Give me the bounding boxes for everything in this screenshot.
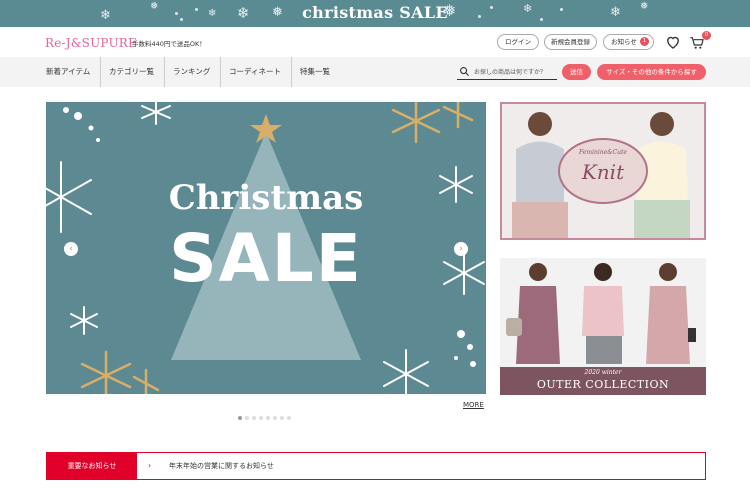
carousel-dot[interactable]	[259, 416, 263, 420]
shipping-note: 手数料440円で送品OK！	[132, 40, 206, 48]
nav-new-items[interactable]: 新着アイテム	[38, 57, 101, 87]
filter-search-button[interactable]: サイズ・その他の条件から探す	[597, 64, 706, 80]
carousel-next-arrow[interactable]: ›	[454, 242, 468, 256]
notifications-button[interactable]: お知らせ 1	[603, 34, 654, 50]
notifications-label: お知らせ	[611, 38, 637, 46]
carousel-dot[interactable]	[238, 416, 242, 420]
notice-text[interactable]: 年末年始の営業に関するお知らせ	[169, 453, 274, 479]
outer-collection-banner[interactable]: 2020 winter OUTER COLLECTION	[500, 258, 706, 395]
nav-features[interactable]: 特集一覧	[292, 57, 339, 87]
search-placeholder: お探しの商品は何ですか？	[474, 69, 547, 76]
important-notice-bar[interactable]: 重要なお知らせ › 年末年始の営業に関するお知らせ	[46, 452, 706, 480]
nav-coordinate[interactable]: コーディネート	[221, 57, 292, 87]
carousel-dot[interactable]	[280, 416, 284, 420]
search-input[interactable]: お探しの商品は何ですか？	[457, 65, 557, 80]
login-button[interactable]: ログイン	[497, 34, 539, 50]
carousel-dot[interactable]	[273, 416, 277, 420]
hero-title-sale: SALE	[169, 220, 363, 297]
carousel-dot[interactable]	[287, 416, 291, 420]
outer-caption-year: 2020 winter	[584, 369, 622, 376]
knit-badge-title: Knit	[581, 160, 625, 184]
knit-promo-banner[interactable]: Feminine&Cute Knit	[500, 102, 706, 240]
hero-title-christmas: Christmas	[168, 178, 364, 218]
site-logo[interactable]: Re-J&SUPURE	[45, 36, 137, 50]
knit-badge-subtitle: Feminine&Cute	[579, 149, 627, 156]
search-icon	[460, 67, 470, 77]
hero-carousel[interactable]: Christmas SALE ‹ ›	[46, 102, 486, 394]
carousel-dot[interactable]	[252, 416, 256, 420]
carousel-dot[interactable]	[245, 416, 249, 420]
site-header: Re-J&SUPURE 手数料440円で送品OK！ ログイン 新規会員登録 お知…	[0, 27, 750, 57]
promo-banner-title: christmas SALE	[302, 3, 448, 22]
chevron-right-icon: ›	[148, 461, 152, 470]
outer-caption-title: OUTER COLLECTION	[536, 378, 670, 391]
nav-ranking[interactable]: ランキング	[165, 57, 221, 87]
carousel-dot[interactable]	[266, 416, 270, 420]
more-link[interactable]: MORE	[463, 401, 484, 409]
register-button[interactable]: 新規会員登録	[544, 34, 597, 50]
notification-count-badge: 1	[640, 37, 649, 46]
nav-categories[interactable]: カテゴリー覧	[101, 57, 165, 87]
top-promo-banner[interactable]: ❄ ❅ ❄ ❄ ❅ ❅ ❄ ❄ ❅ christmas SALE	[0, 0, 750, 27]
cart-count-badge: 0	[702, 31, 711, 40]
carousel-prev-arrow[interactable]: ‹	[64, 242, 78, 256]
heart-icon[interactable]	[664, 33, 682, 51]
search-submit-button[interactable]: 送信	[562, 64, 591, 80]
notice-label: 重要なお知らせ	[47, 453, 137, 479]
carousel-pagination	[238, 405, 294, 424]
